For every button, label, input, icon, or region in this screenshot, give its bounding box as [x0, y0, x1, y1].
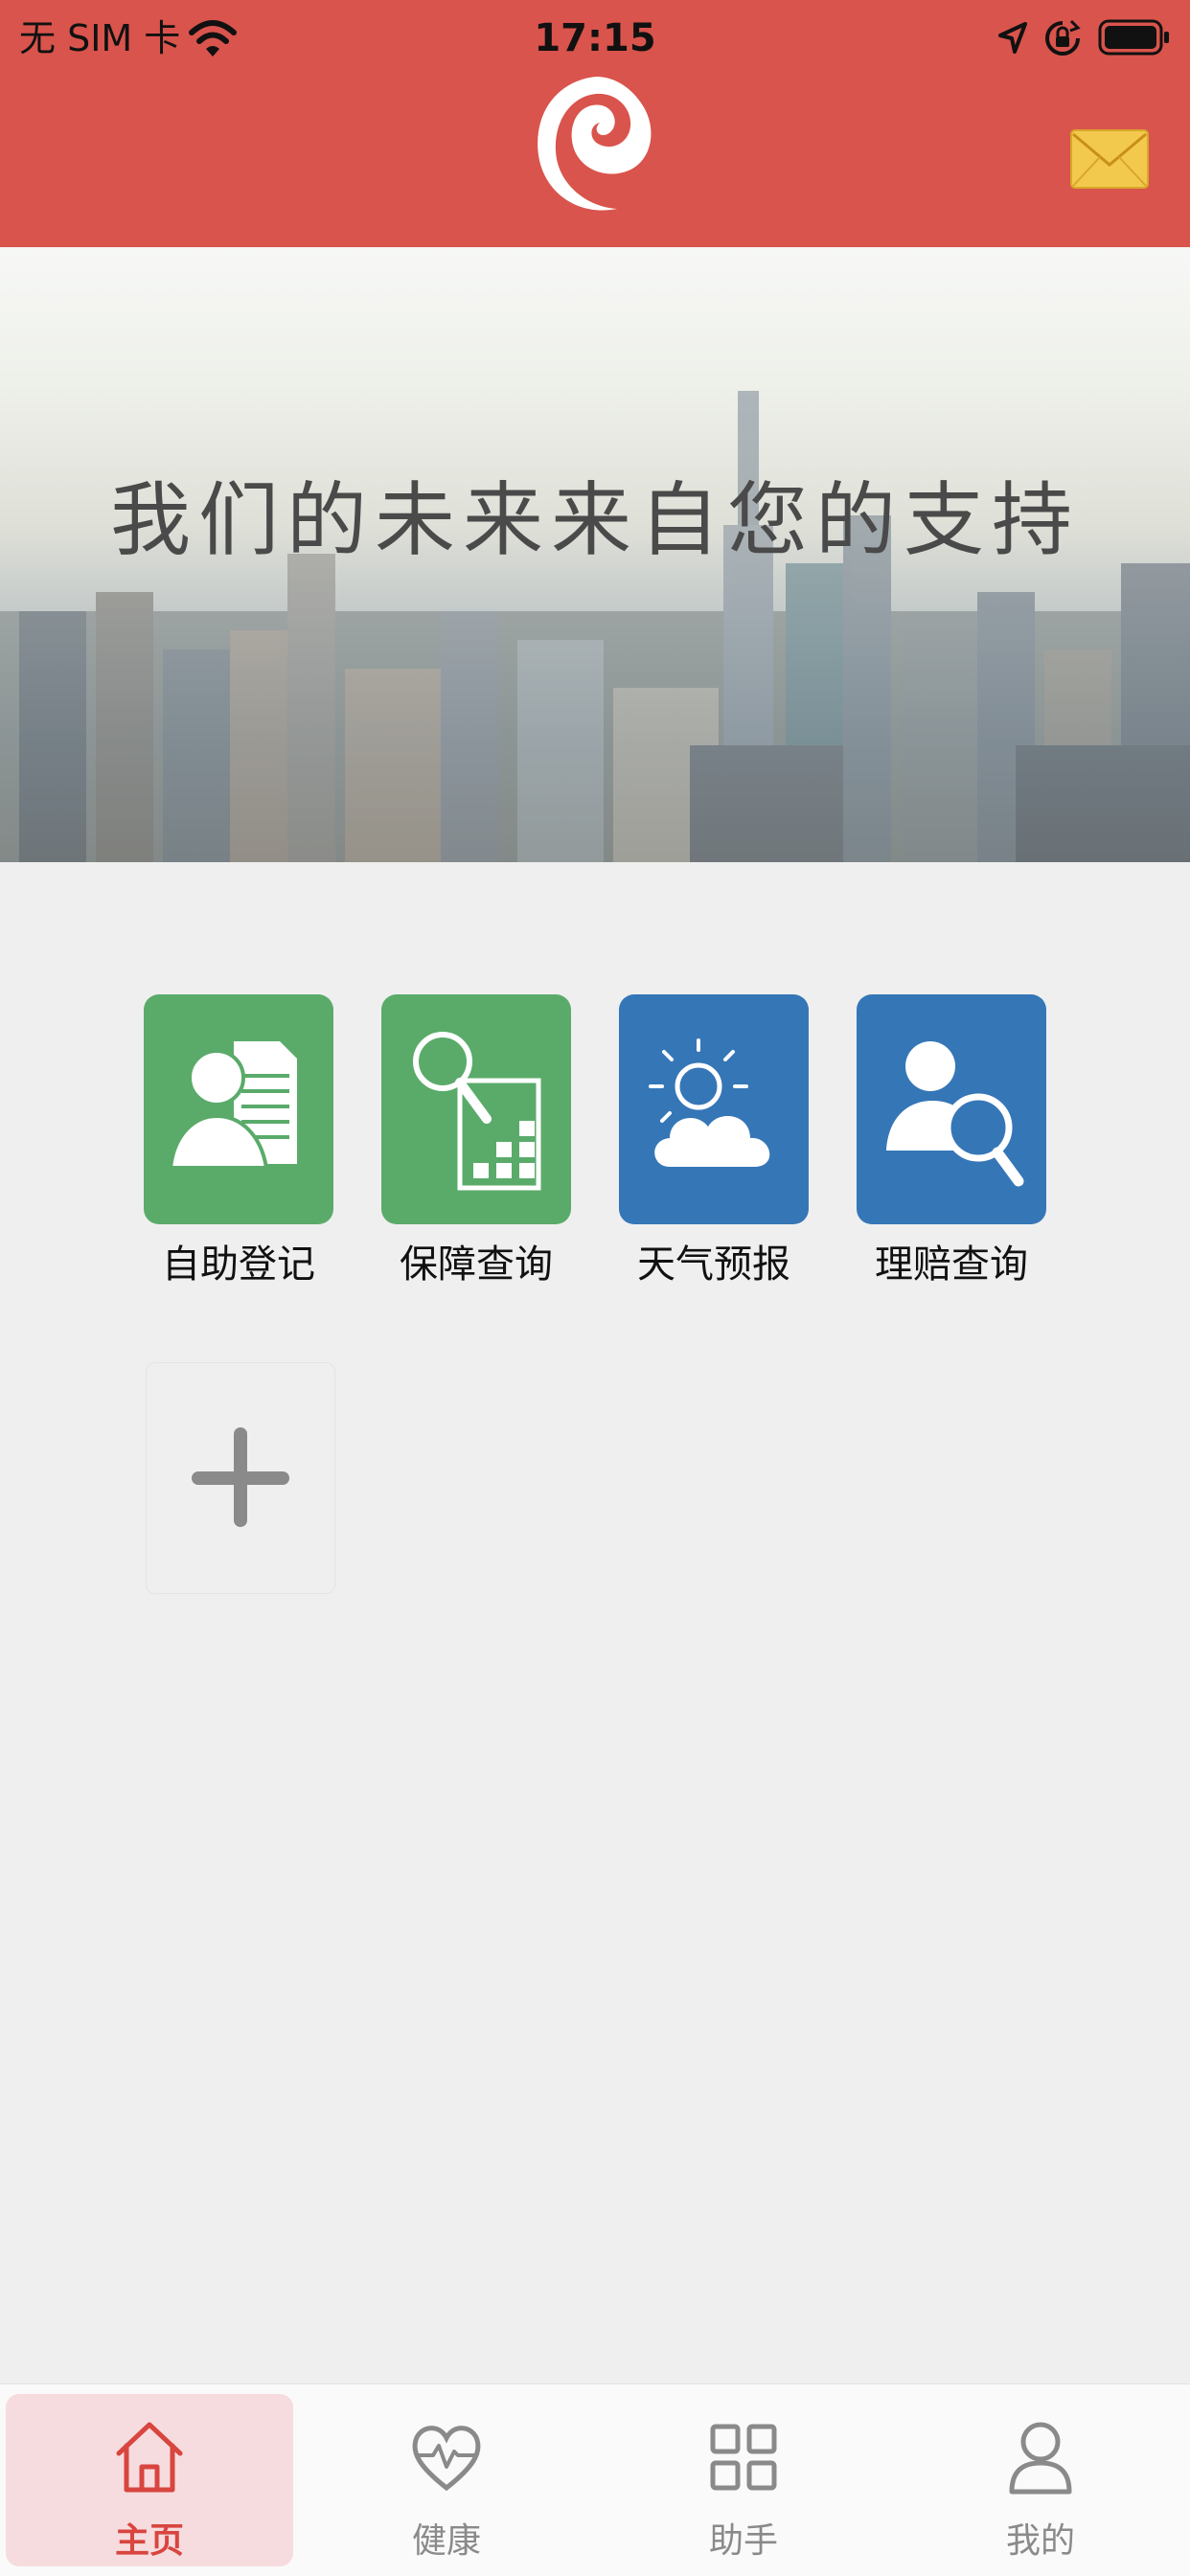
status-bar: 无 SIM 卡 17:15 [0, 0, 1190, 77]
tile-self-register[interactable]: 自助登记 [144, 994, 333, 1291]
sun-cloud-icon [619, 994, 809, 1224]
plus-icon [192, 1427, 289, 1527]
tab-label: 健康 [411, 2521, 481, 2561]
battery-icon [1098, 19, 1169, 56]
tile-weather-forecast[interactable]: 天气预报 [619, 994, 809, 1291]
hero-banner: 我们的未来来自您的支持 [0, 247, 1190, 862]
tab-label: 主页 [114, 2521, 184, 2561]
tab-label: 助手 [708, 2521, 778, 2561]
user-search-icon [857, 994, 1046, 1224]
app-header: 无 SIM 卡 17:15 [0, 0, 1190, 247]
tile-claim-query[interactable]: 理赔查询 [857, 994, 1046, 1291]
tile-label: 理赔查询 [875, 1242, 1028, 1287]
rotation-lock-icon [1045, 19, 1081, 56]
swirl-logo-icon [538, 77, 652, 211]
grid-icon [710, 2424, 777, 2491]
tab-assistant[interactable]: 助手 [600, 2394, 887, 2566]
tile-label: 自助登记 [162, 1242, 315, 1287]
tab-label: 我的 [1005, 2521, 1075, 2561]
add-service-button[interactable] [146, 1362, 335, 1594]
search-chart-icon [381, 994, 571, 1224]
tab-home[interactable]: 主页 [6, 2394, 293, 2566]
banner-slogan: 我们的未来来自您的支持 [109, 473, 1080, 567]
tab-health[interactable]: 健康 [303, 2394, 590, 2566]
tab-profile[interactable]: 我的 [897, 2394, 1184, 2566]
tile-coverage-query[interactable]: 保障查询 [381, 994, 571, 1291]
envelope-icon[interactable] [1069, 128, 1150, 190]
person-icon [1009, 2422, 1072, 2495]
user-document-icon [144, 994, 333, 1224]
tile-label: 天气预报 [637, 1242, 790, 1287]
tile-label: 保障查询 [400, 1242, 553, 1287]
heart-pulse-icon [412, 2426, 481, 2492]
bottom-tab-bar: 主页 健康 助手 我的 [0, 2383, 1190, 2576]
location-arrow-icon [998, 22, 1027, 54]
home-icon [116, 2422, 183, 2493]
